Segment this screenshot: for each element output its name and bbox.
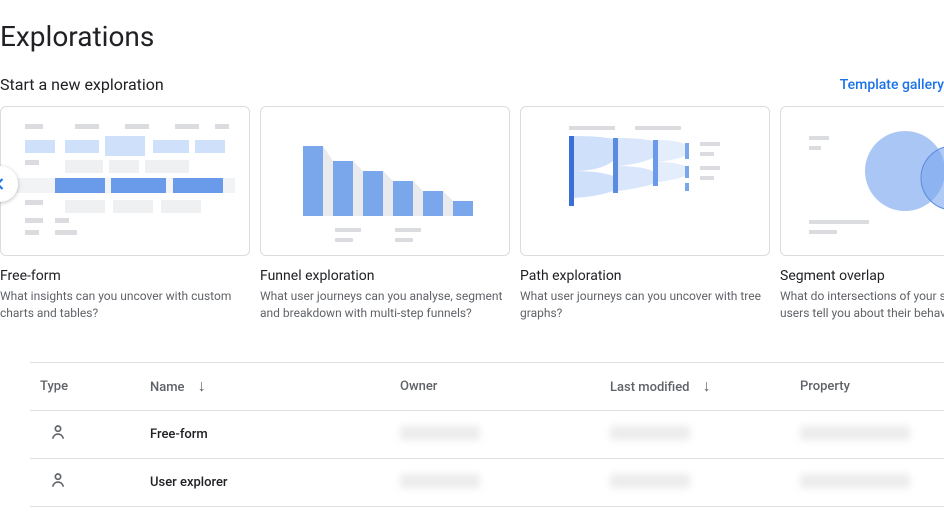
row-name: User explorer (150, 475, 400, 490)
template-card-freeform[interactable]: Free-form What insights can you uncover … (0, 106, 250, 322)
card-description: What insights can you uncover with custo… (0, 288, 250, 322)
person-icon (48, 470, 68, 490)
row-owner (400, 425, 610, 444)
sort-arrow-down-icon: ↓ (703, 376, 711, 396)
table-header-row: Type Name ↓ Owner Last modified ↓ Proper… (30, 363, 944, 411)
person-icon (48, 422, 68, 442)
header-owner[interactable]: Owner (400, 379, 610, 394)
header-name-label: Name (150, 380, 185, 395)
table-row[interactable]: Free-form (30, 411, 944, 459)
card-thumbnail-funnel (260, 106, 510, 256)
header-last-modified[interactable]: Last modified ↓ (610, 376, 800, 396)
card-thumbnail-path (520, 106, 770, 256)
freeform-table-icon (15, 116, 235, 246)
row-owner (400, 473, 610, 492)
template-card-path[interactable]: Path exploration What user journeys can … (520, 106, 770, 322)
template-gallery-link[interactable]: Template gallery (840, 77, 944, 93)
card-title: Funnel exploration (260, 268, 510, 284)
template-card-funnel[interactable]: Funnel exploration What user journeys ca… (260, 106, 510, 322)
card-description: What do intersections of your segments o… (780, 288, 944, 322)
card-title: Free-form (0, 268, 250, 284)
row-property (800, 473, 934, 492)
card-thumbnail-freeform (0, 106, 250, 256)
table-row[interactable]: User explorer (30, 459, 944, 507)
row-name: Free-form (150, 427, 400, 442)
template-card-segment-overlap[interactable]: Segment overlap What do intersections of… (780, 106, 944, 322)
path-tree-icon (535, 116, 755, 246)
chevron-left-icon (0, 174, 10, 194)
venn-diagram-icon (795, 116, 944, 246)
explorations-table: Type Name ↓ Owner Last modified ↓ Proper… (30, 362, 944, 507)
header-modified-label: Last modified (610, 380, 690, 395)
row-modified (610, 473, 800, 492)
row-modified (610, 425, 800, 444)
funnel-chart-icon (275, 116, 495, 246)
row-property (800, 425, 934, 444)
sort-arrow-down-icon: ↓ (198, 376, 206, 396)
header-property[interactable]: Property (800, 379, 934, 394)
card-description: What user journeys can you analyse, segm… (260, 288, 510, 322)
card-title: Path exploration (520, 268, 770, 284)
start-new-exploration-label: Start a new exploration (0, 75, 164, 94)
card-thumbnail-segment (780, 106, 944, 256)
page-title: Explorations (0, 0, 944, 63)
header-type[interactable]: Type (40, 379, 150, 394)
template-cards-row: Free-form What insights can you uncover … (0, 106, 944, 322)
header-name[interactable]: Name ↓ (150, 376, 400, 396)
card-description: What user journeys can you uncover with … (520, 288, 770, 322)
card-title: Segment overlap (780, 268, 944, 284)
subheader: Start a new exploration Template gallery (0, 63, 944, 106)
